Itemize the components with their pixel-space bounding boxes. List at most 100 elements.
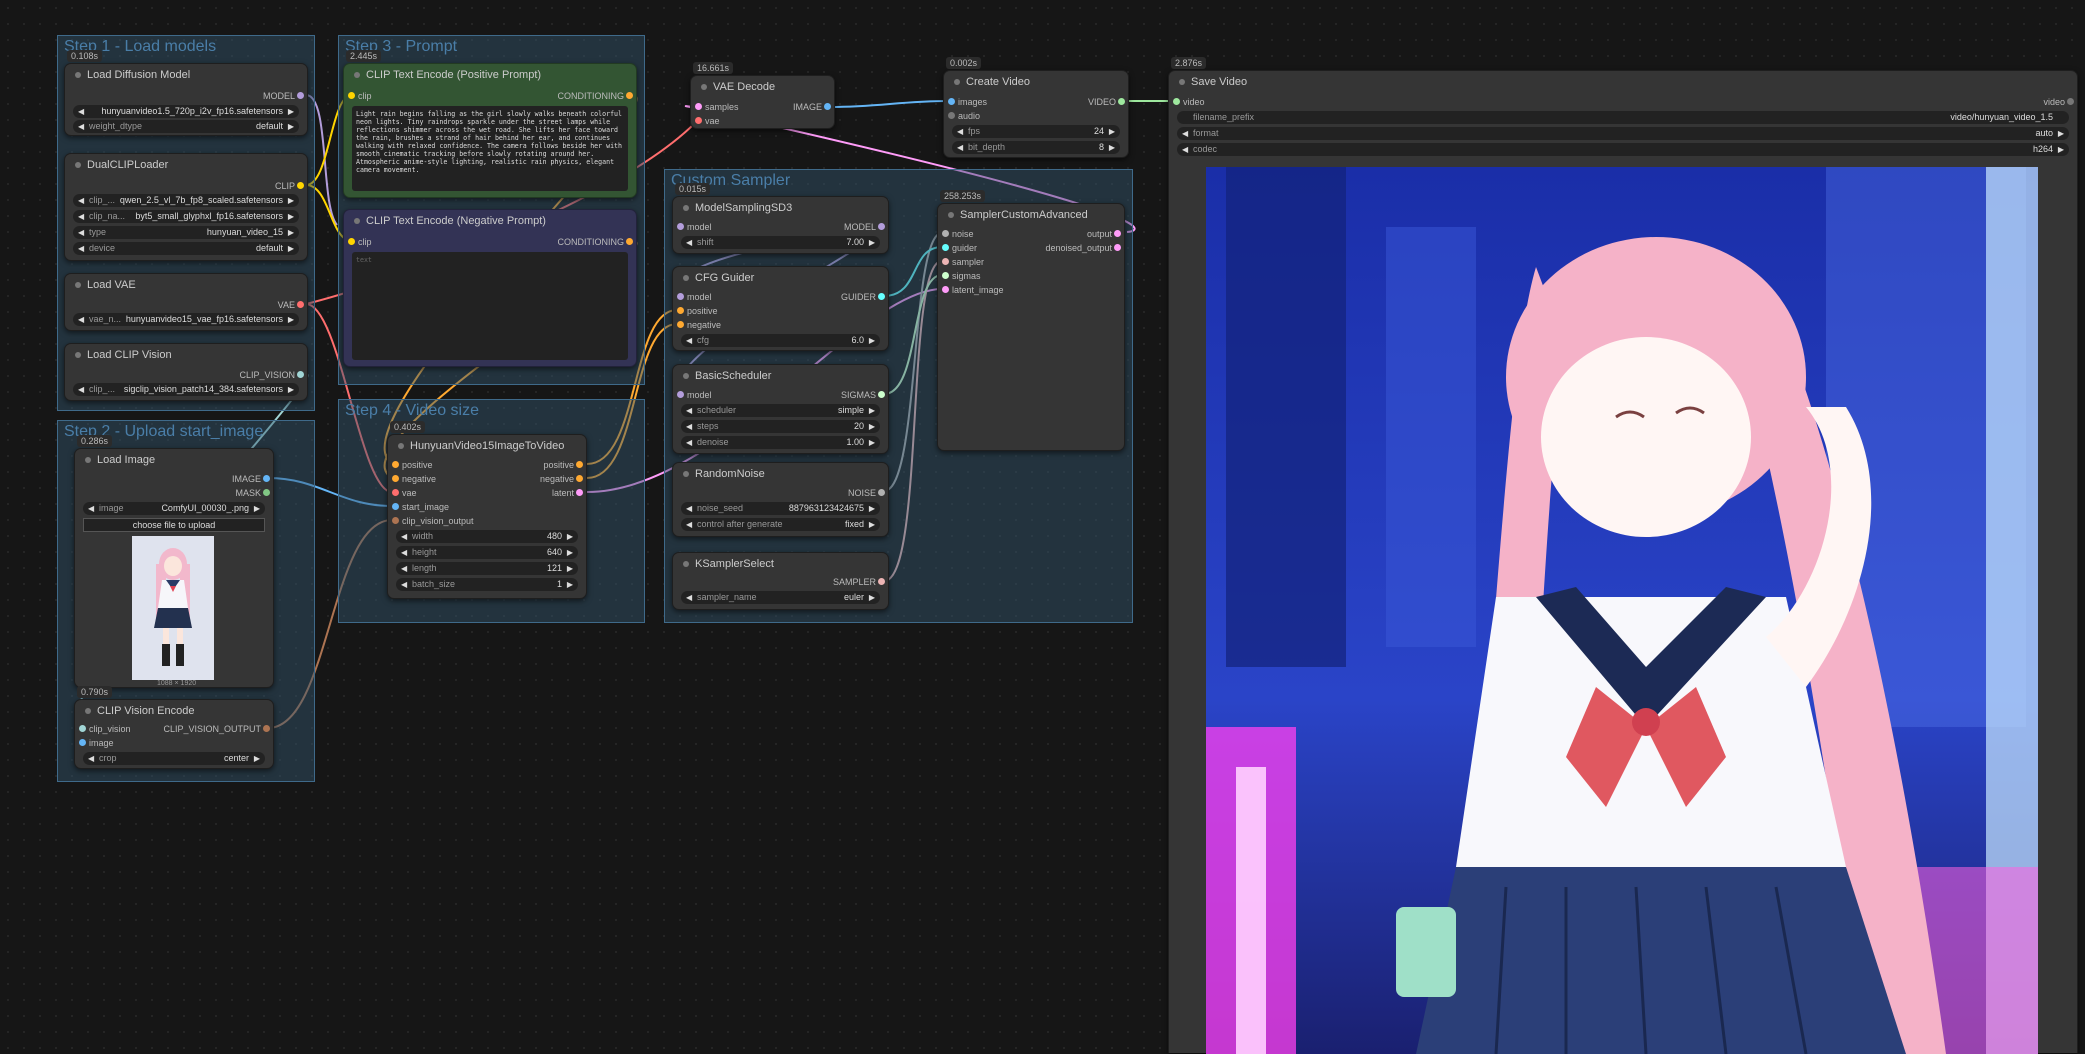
widget-format[interactable]: ◀ format auto ▶	[1177, 127, 2069, 140]
arrow-left-icon[interactable]: ◀	[686, 591, 692, 604]
arrow-right-icon[interactable]: ▶	[869, 236, 875, 249]
node-title[interactable]: Load Diffusion Model	[65, 64, 307, 86]
input-negative[interactable]: negative	[392, 472, 436, 486]
slot-dot[interactable]	[626, 92, 633, 99]
node-load-image[interactable]: 0.286s Load Image IMAGE MASK ◀ image Comfy…	[74, 435, 274, 688]
slot-dot[interactable]	[677, 307, 684, 314]
slot-dot[interactable]	[263, 475, 270, 482]
widget-fps[interactable]: ◀ fps 24 ▶	[952, 125, 1120, 138]
node-clip-text-encode-negative[interactable]: CLIP Text Encode (Negative Prompt) clip …	[343, 209, 637, 367]
widget-noise-seed[interactable]: ◀ noise_seed 887963123424675 ▶	[681, 502, 880, 515]
arrow-right-icon[interactable]: ▶	[869, 591, 875, 604]
widget-codec[interactable]: ◀ codec h264 ▶	[1177, 143, 2069, 156]
arrow-right-icon[interactable]: ▶	[869, 518, 875, 531]
slot-dot[interactable]	[263, 489, 270, 496]
arrow-right-icon[interactable]: ▶	[567, 562, 573, 575]
input-image[interactable]: image	[79, 736, 114, 750]
output-model[interactable]: MODEL	[263, 89, 304, 103]
arrow-right-icon[interactable]: ▶	[288, 210, 294, 223]
slot-dot[interactable]	[942, 272, 949, 279]
slot-dot[interactable]	[297, 182, 304, 189]
arrow-right-icon[interactable]: ▶	[2058, 127, 2064, 140]
arrow-right-icon[interactable]: ▶	[288, 105, 294, 118]
widget-image[interactable]: ◀ image ComfyUI_00030_.png ▶	[83, 502, 265, 515]
slot-dot[interactable]	[677, 293, 684, 300]
slot-dot[interactable]	[942, 286, 949, 293]
output-clip-vision[interactable]: CLIP_VISION	[239, 368, 304, 382]
output-conditioning[interactable]: CONDITIONING	[558, 235, 633, 249]
arrow-left-icon[interactable]: ◀	[957, 125, 963, 138]
arrow-right-icon[interactable]: ▶	[288, 383, 294, 396]
input-clip[interactable]: clip	[348, 235, 372, 249]
negative-prompt-textarea[interactable]: text	[352, 252, 628, 360]
output-denoised-output[interactable]: denoised_output	[1045, 241, 1121, 255]
widget-device[interactable]: ◀ device default ▶	[73, 242, 299, 255]
node-dualcliploader[interactable]: DualCLIPLoader CLIP ◀ clip_... qwen_2.5_vl…	[64, 153, 308, 261]
input-audio[interactable]: audio	[948, 109, 980, 123]
node-title[interactable]: Load Image	[75, 449, 273, 471]
slot-dot[interactable]	[79, 725, 86, 732]
slot-dot[interactable]	[942, 244, 949, 251]
positive-prompt-textarea[interactable]: Light rain begins falling as the girl sl…	[352, 106, 628, 191]
node-title[interactable]: CLIP Text Encode (Positive Prompt)	[344, 64, 636, 86]
widget-scheduler[interactable]: ◀ scheduler simple ▶	[681, 404, 880, 417]
node-title[interactable]: ModelSamplingSD3	[673, 197, 888, 219]
arrow-left-icon[interactable]: ◀	[78, 210, 84, 223]
node-cfg-guider[interactable]: CFG Guider model positive negative GUIDE…	[672, 266, 889, 351]
output-negative[interactable]: negative	[540, 472, 583, 486]
slot-dot[interactable]	[348, 238, 355, 245]
arrow-right-icon[interactable]: ▶	[2058, 143, 2064, 156]
slot-dot[interactable]	[677, 391, 684, 398]
node-title[interactable]: Create Video	[944, 71, 1128, 93]
input-clip-vision-output[interactable]: clip_vision_output	[392, 514, 474, 528]
widget-weight-dtype[interactable]: ◀ weight_dtype default ▶	[73, 120, 299, 133]
slot-dot[interactable]	[1173, 98, 1180, 105]
node-clip-vision-encode[interactable]: 0.790s CLIP Vision Encode clip_vision im…	[74, 686, 274, 769]
upload-button[interactable]: choose file to upload	[83, 518, 265, 532]
arrow-left-icon[interactable]: ◀	[1182, 127, 1188, 140]
node-load-diffusion-model[interactable]: 0.108s Load Diffusion Model MODEL ◀ hunyu…	[64, 50, 308, 136]
output-sigmas[interactable]: SIGMAS	[841, 388, 885, 402]
input-clip[interactable]: clip	[348, 89, 372, 103]
widget-shift[interactable]: ◀ shift 7.00 ▶	[681, 236, 880, 249]
slot-dot[interactable]	[878, 391, 885, 398]
node-title[interactable]: CLIP Vision Encode	[75, 700, 273, 722]
node-title[interactable]: RandomNoise	[673, 463, 888, 485]
arrow-right-icon[interactable]: ▶	[288, 226, 294, 239]
input-model[interactable]: model	[677, 290, 712, 304]
slot-dot[interactable]	[948, 112, 955, 119]
slot-dot[interactable]	[2067, 98, 2074, 105]
slot-dot[interactable]	[695, 103, 702, 110]
input-positive[interactable]: positive	[392, 458, 433, 472]
arrow-left-icon[interactable]: ◀	[401, 578, 407, 591]
slot-dot[interactable]	[878, 223, 885, 230]
output-video[interactable]: video	[2043, 95, 2074, 109]
slot-dot[interactable]	[576, 489, 583, 496]
input-video[interactable]: video	[1173, 95, 1205, 109]
output-video[interactable]: VIDEO	[1088, 95, 1125, 109]
slot-dot[interactable]	[948, 98, 955, 105]
arrow-right-icon[interactable]: ▶	[288, 194, 294, 207]
slot-dot[interactable]	[626, 238, 633, 245]
arrow-left-icon[interactable]: ◀	[401, 562, 407, 575]
arrow-right-icon[interactable]: ▶	[869, 502, 875, 515]
slot-dot[interactable]	[392, 461, 399, 468]
arrow-left-icon[interactable]: ◀	[686, 334, 692, 347]
node-title[interactable]: SamplerCustomAdvanced	[938, 204, 1124, 226]
arrow-left-icon[interactable]: ◀	[686, 404, 692, 417]
node-sampler-custom-advanced[interactable]: 258.253s SamplerCustomAdvanced noise gui…	[937, 190, 1125, 451]
slot-dot[interactable]	[878, 578, 885, 585]
slot-dot[interactable]	[297, 301, 304, 308]
widget-crop[interactable]: ◀ crop center ▶	[83, 752, 265, 765]
output-image[interactable]: IMAGE	[232, 472, 270, 486]
slot-dot[interactable]	[392, 517, 399, 524]
arrow-right-icon[interactable]: ▶	[254, 502, 260, 515]
slot-dot[interactable]	[878, 293, 885, 300]
node-hunyuan-image-to-video[interactable]: 0.402s HunyuanVideo15ImageToVideo positi…	[387, 421, 587, 599]
arrow-right-icon[interactable]: ▶	[254, 752, 260, 765]
widget-filename-prefix[interactable]: filename_prefix video/hunyuan_video_1.5	[1177, 111, 2069, 124]
arrow-right-icon[interactable]: ▶	[288, 120, 294, 133]
node-title[interactable]: BasicScheduler	[673, 365, 888, 387]
node-vae-decode[interactable]: 16.661s VAE Decode samples vae IMAGE	[690, 62, 835, 129]
arrow-right-icon[interactable]: ▶	[288, 313, 294, 326]
